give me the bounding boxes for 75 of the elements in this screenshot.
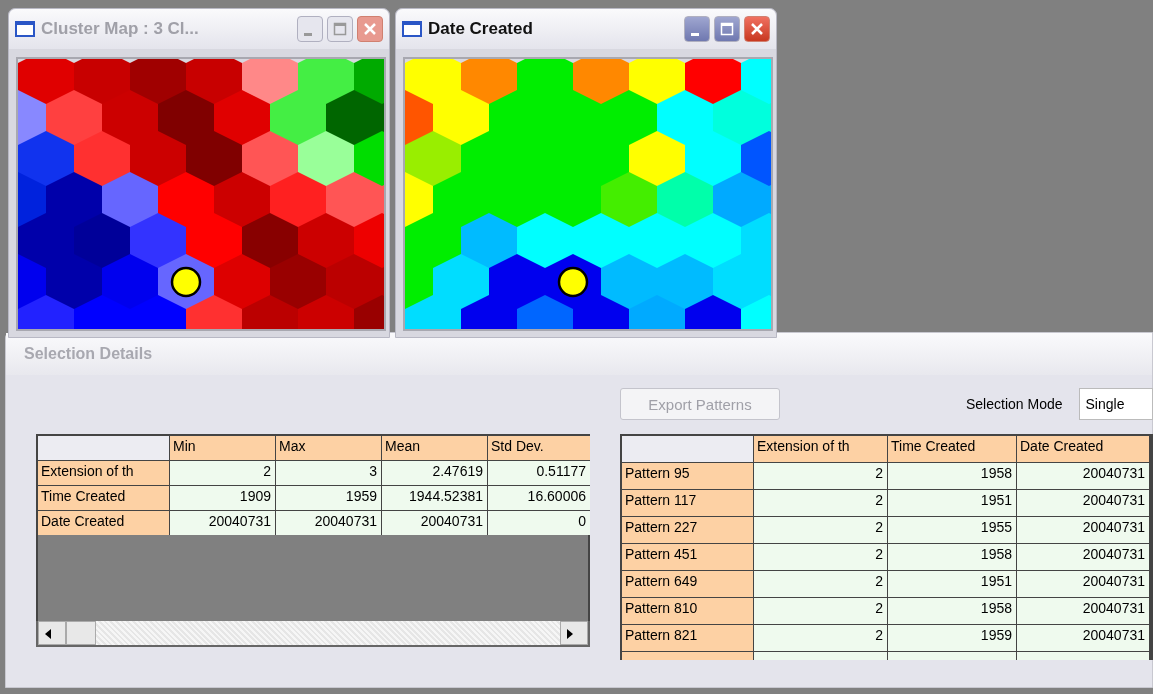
- column-header: Time Created: [888, 436, 1016, 462]
- minimize-button[interactable]: [684, 16, 710, 42]
- table-cell: 0.51177: [488, 461, 590, 485]
- close-icon: [750, 22, 764, 36]
- column-header: Date Created: [1017, 436, 1149, 462]
- row-header: Time Created: [38, 486, 169, 510]
- maximize-button[interactable]: [327, 16, 353, 42]
- column-header: Mean: [382, 436, 487, 460]
- column-header: Std Dev.: [488, 436, 590, 460]
- close-button[interactable]: [357, 16, 383, 42]
- table-cell: 2: [754, 625, 887, 651]
- table-cell: 2: [754, 463, 887, 489]
- table-cell: 1951: [888, 490, 1016, 516]
- minimize-icon: [691, 32, 699, 36]
- table-cell: 20040731: [1017, 598, 1149, 624]
- maximize-icon: [333, 22, 347, 36]
- close-button[interactable]: [744, 16, 770, 42]
- table-cell: 3: [276, 461, 381, 485]
- row-header: Pattern 117: [622, 490, 753, 516]
- table-cell: 1944.52381: [382, 486, 487, 510]
- column-header: Extension of th: [754, 436, 887, 462]
- row-header: Pattern 95: [622, 463, 753, 489]
- table-cell: 16.60006: [488, 486, 590, 510]
- row-header: Pattern 810: [622, 598, 753, 624]
- window-title: Cluster Map : 3 Cl...: [41, 19, 200, 39]
- horizontal-scrollbar[interactable]: [36, 621, 590, 647]
- table-cell: 1951: [888, 571, 1016, 597]
- table-cell: 2: [754, 517, 887, 543]
- row-header: Date Created: [38, 511, 169, 535]
- scroll-right-icon[interactable]: [560, 621, 588, 645]
- maximize-button[interactable]: [714, 16, 740, 42]
- table-cell: 20040731: [170, 511, 275, 535]
- table-cell: 1959: [276, 486, 381, 510]
- selection-mode-dropdown[interactable]: Single: [1078, 388, 1153, 420]
- table-cell: 1958: [888, 544, 1016, 570]
- row-header: Pattern 821: [622, 625, 753, 651]
- table-cell: 2: [754, 490, 887, 516]
- table-cell: 20040731: [382, 511, 487, 535]
- table-cell: 2: [754, 598, 887, 624]
- table-cell: 1959: [888, 625, 1016, 651]
- scroll-left-icon[interactable]: [38, 621, 66, 645]
- column-header: Max: [276, 436, 381, 460]
- panel-title: Selection Details: [6, 333, 1152, 375]
- row-header: Pattern 451: [622, 544, 753, 570]
- selection-mode-label: Selection Mode: [966, 396, 1063, 412]
- table-cell: 2.47619: [382, 461, 487, 485]
- close-icon: [363, 22, 377, 36]
- table-cell: 1955: [888, 517, 1016, 543]
- table-cell: 0: [488, 511, 590, 535]
- table-cell: 1958: [888, 598, 1016, 624]
- row-header: Pattern 227: [622, 517, 753, 543]
- table-cell: 1958: [888, 463, 1016, 489]
- row-header: Extension of th: [38, 461, 169, 485]
- scroll-thumb[interactable]: [66, 621, 96, 645]
- table-cell: 20040731: [1017, 571, 1149, 597]
- minimize-icon: [304, 32, 312, 36]
- table-cell: 2: [170, 461, 275, 485]
- window-title: Date Created: [428, 19, 534, 39]
- column-header: Min: [170, 436, 275, 460]
- table-cell: 20040731: [1017, 544, 1149, 570]
- selection-marker: [170, 266, 202, 298]
- window-icon: [15, 21, 35, 37]
- window-icon: [402, 21, 422, 37]
- minimize-button[interactable]: [297, 16, 323, 42]
- table-cell: 20040731: [1017, 517, 1149, 543]
- row-header: Pattern 649: [622, 571, 753, 597]
- table-cell: 20040731: [276, 511, 381, 535]
- table-cell: 20040731: [1017, 625, 1149, 651]
- table-cell: 2: [754, 571, 887, 597]
- maximize-icon: [720, 22, 734, 36]
- table-cell: 20040731: [1017, 490, 1149, 516]
- selection-marker: [557, 266, 589, 298]
- table-cell: 20040731: [1017, 463, 1149, 489]
- table-cell: 2: [754, 544, 887, 570]
- table-cell: 1909: [170, 486, 275, 510]
